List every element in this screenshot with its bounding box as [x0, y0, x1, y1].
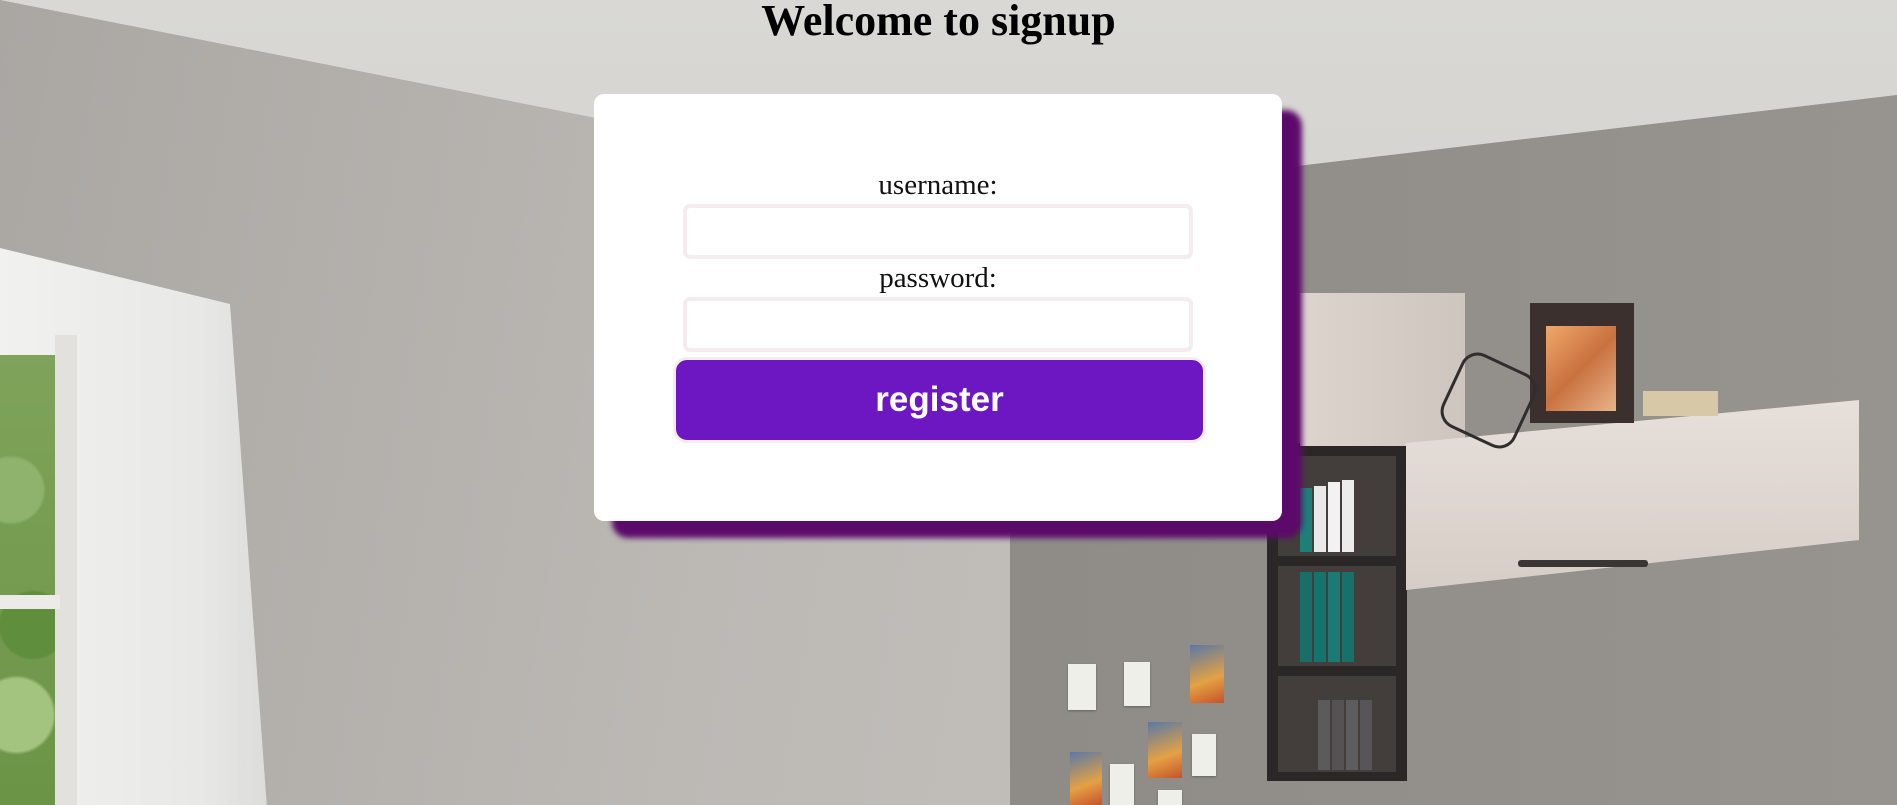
- pinned-note: [1192, 734, 1216, 776]
- signup-form: username: password: register: [594, 94, 1282, 521]
- book: [1342, 480, 1354, 552]
- book: [1332, 700, 1344, 770]
- password-label: password:: [879, 262, 997, 294]
- password-input[interactable]: [683, 297, 1193, 352]
- book: [1360, 700, 1372, 770]
- pinned-note: [1110, 764, 1134, 805]
- username-label: username:: [878, 169, 998, 201]
- window-glass: [0, 355, 55, 805]
- pinned-note: [1124, 662, 1150, 706]
- pinned-postcard: [1070, 752, 1102, 805]
- book: [1300, 572, 1312, 662]
- book: [1314, 486, 1326, 552]
- book: [1328, 572, 1340, 662]
- book: [1342, 572, 1354, 662]
- book: [1346, 700, 1358, 770]
- window-mullion: [0, 595, 60, 609]
- shelf-box: [1643, 391, 1718, 416]
- pinned-postcard: [1190, 645, 1224, 703]
- book: [1328, 482, 1340, 552]
- window-side: [55, 335, 77, 805]
- username-input[interactable]: [683, 204, 1193, 259]
- pinned-note: [1068, 664, 1096, 710]
- book: [1314, 572, 1326, 662]
- pinned-postcard: [1148, 722, 1182, 778]
- cabinet-handle: [1518, 560, 1648, 567]
- book: [1318, 700, 1330, 770]
- picture-photo: [1546, 326, 1616, 411]
- pinned-note: [1158, 790, 1182, 805]
- page-title: Welcome to signup: [761, 0, 1116, 45]
- upper-cabinet: [1300, 293, 1465, 446]
- register-button[interactable]: register: [673, 357, 1206, 443]
